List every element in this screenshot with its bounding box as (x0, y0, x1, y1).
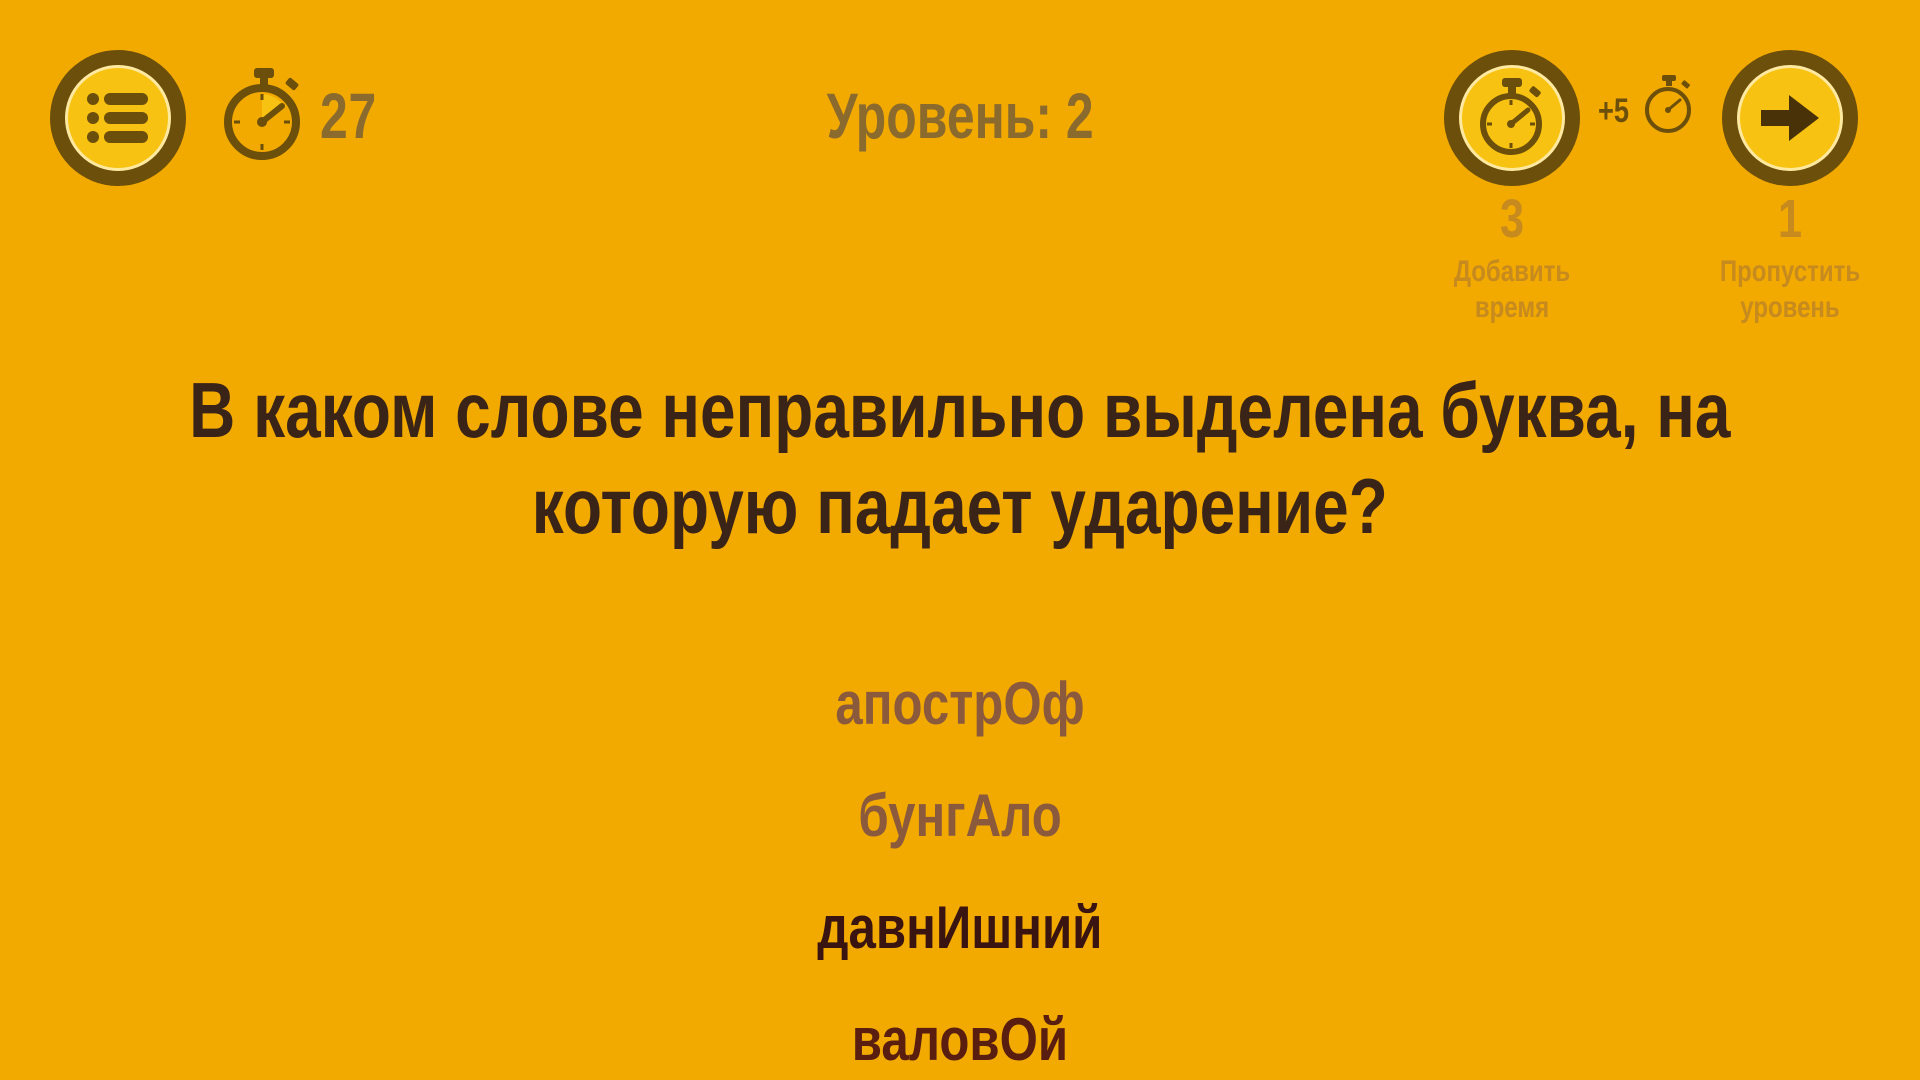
add-time-button[interactable] (1444, 50, 1580, 186)
answer-option[interactable]: апострОф (0, 648, 1920, 760)
answer-option[interactable]: валовОй (0, 984, 1920, 1080)
answer-label: апострОф (835, 670, 1085, 737)
skip-caption-line1: Пропустить (1719, 255, 1861, 288)
skip-count: 1 (1777, 189, 1803, 249)
stopwatch-icon (1480, 78, 1542, 155)
level-label-text: Уровень: 2 (826, 80, 1094, 152)
answer-label: давнИшний (817, 894, 1103, 961)
answer-option[interactable]: давнИшний (0, 872, 1920, 984)
answer-label: валовОй (851, 1006, 1069, 1073)
add-time-caption-line2: время (1474, 291, 1550, 324)
skip-level-button-face (1737, 65, 1843, 171)
level-label: Уровень: 2 (0, 84, 1920, 148)
question: В каком слове неправильно выделена буква… (120, 362, 1800, 554)
bonus-time-label: +5 (1598, 92, 1630, 130)
add-time-counter: 3 Добавить время (1412, 192, 1612, 326)
small-stopwatch-icon (1642, 74, 1696, 141)
skip-caption-line2: уровень (1740, 291, 1840, 324)
arrow-right-icon (1761, 95, 1819, 141)
answer-option[interactable]: бунгАло (0, 760, 1920, 872)
skip-level-button[interactable] (1722, 50, 1858, 186)
skip-counter: 1 Пропустить уровень (1690, 192, 1890, 326)
question-text: В каком слове неправильно выделена буква… (189, 366, 1731, 550)
add-time-caption-line1: Добавить (1453, 255, 1571, 288)
game-screen: 27 Уровень: 2 +5 3 Добавить время 1 Проп… (0, 0, 1920, 1080)
answer-list: апострОф бунгАло давнИшний валовОй (0, 648, 1920, 1080)
add-time-count: 3 (1499, 189, 1525, 249)
add-time-button-face (1459, 65, 1565, 171)
answer-label: бунгАло (858, 782, 1062, 849)
